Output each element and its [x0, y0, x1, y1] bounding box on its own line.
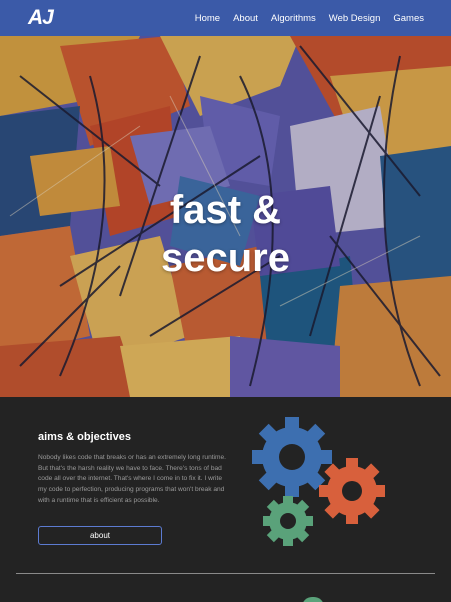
nav-link-home[interactable]: Home — [195, 13, 220, 24]
nav-links: Home About Algorithms Web Design Games — [182, 0, 424, 36]
next-section-icon-peek — [302, 597, 324, 602]
aims-section: aims & objectives Nobody likes code that… — [0, 397, 451, 602]
nav-link-about[interactable]: About — [233, 13, 258, 24]
gear-orange-icon — [319, 458, 385, 524]
nav-link-algorithms[interactable]: Algorithms — [271, 13, 316, 24]
navbar: AJ Home About Algorithms Web Design Game… — [0, 0, 451, 36]
hero-title: fast & secure — [0, 186, 451, 282]
section-divider — [16, 573, 435, 574]
nav-link-web-design[interactable]: Web Design — [329, 13, 381, 24]
site-logo[interactable]: AJ — [28, 6, 64, 30]
aims-body-text: Nobody likes code that breaks or has an … — [38, 454, 227, 504]
gears-icon — [252, 417, 385, 546]
hero-title-line-2: secure — [161, 236, 290, 280]
about-button[interactable]: about — [38, 526, 162, 545]
hero-title-line-1: fast & — [169, 188, 282, 232]
aims-heading: aims & objectives — [38, 431, 131, 443]
gear-green-icon — [263, 496, 313, 546]
nav-link-games[interactable]: Games — [393, 13, 424, 24]
hero-section: fast & secure — [0, 36, 451, 397]
